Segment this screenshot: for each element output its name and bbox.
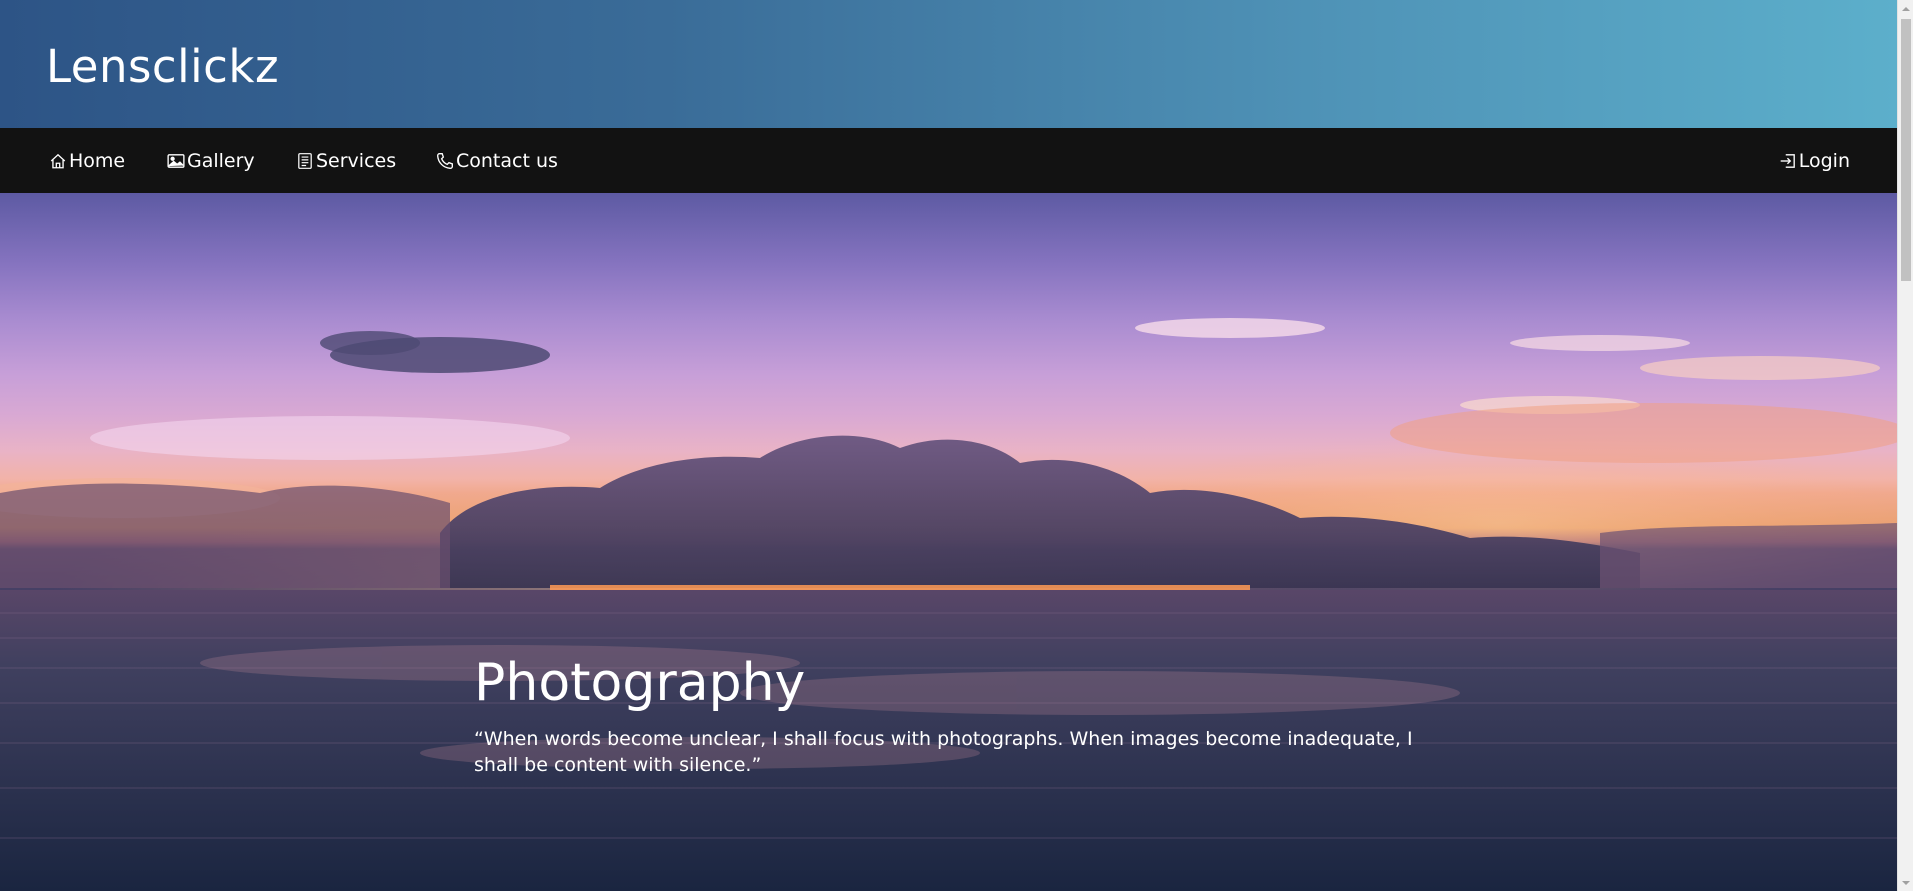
page: Lensclickz Home Gallery Services Contact… bbox=[0, 0, 1897, 891]
nav-contact[interactable]: Contact us bbox=[436, 128, 558, 193]
home-icon bbox=[49, 152, 67, 170]
sign-in-icon bbox=[1779, 152, 1797, 170]
hero-quote: “When words become unclear, I shall focu… bbox=[474, 728, 1413, 777]
nav-login-label: Login bbox=[1798, 149, 1850, 172]
hero-banner: Photography “When words become unclear, … bbox=[0, 193, 1897, 891]
nav-services-label: Services bbox=[316, 149, 397, 172]
nav-home-label: Home bbox=[69, 149, 126, 172]
list-icon bbox=[296, 152, 314, 170]
image-icon bbox=[167, 152, 185, 170]
brand-logo[interactable]: Lensclickz bbox=[46, 40, 279, 93]
scroll-down-arrow-icon[interactable] bbox=[1898, 874, 1913, 891]
nav-services[interactable]: Services bbox=[296, 128, 396, 193]
hero-title: Photography bbox=[474, 653, 806, 713]
phone-icon bbox=[436, 152, 454, 170]
nav-gallery[interactable]: Gallery bbox=[167, 128, 255, 193]
nav-home[interactable]: Home bbox=[49, 128, 125, 193]
site-header: Lensclickz bbox=[0, 0, 1897, 128]
nav-gallery-label: Gallery bbox=[187, 149, 255, 172]
nav-login[interactable]: Login bbox=[1779, 128, 1850, 193]
main-nav: Home Gallery Services Contact us Login bbox=[0, 128, 1897, 193]
sunset-ocean-image bbox=[0, 318, 1897, 891]
nav-contact-label: Contact us bbox=[456, 149, 558, 172]
scroll-up-arrow-icon[interactable] bbox=[1898, 0, 1913, 17]
vertical-scrollbar[interactable] bbox=[1897, 0, 1913, 891]
scrollbar-thumb[interactable] bbox=[1901, 19, 1911, 281]
hero-text: Photography “When words become unclear, … bbox=[474, 653, 1434, 778]
